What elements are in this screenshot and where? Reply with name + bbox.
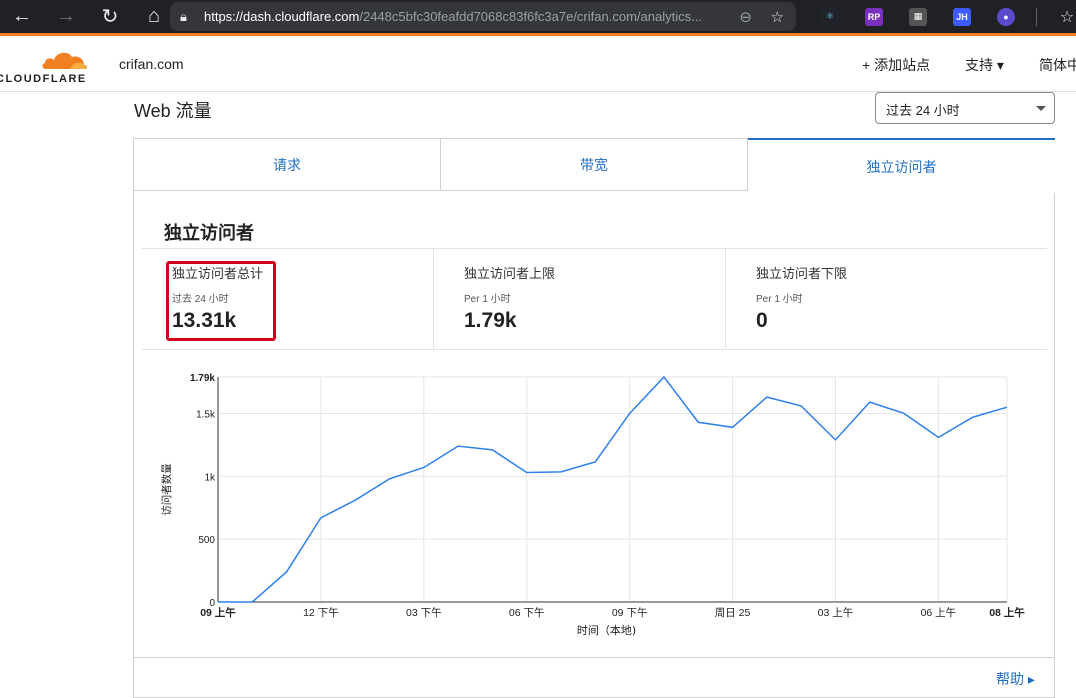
y-tick-label: 1.5k bbox=[196, 409, 216, 420]
qr-extension-icon[interactable]: ▦ bbox=[896, 0, 940, 33]
x-tick-label: 周日 25 bbox=[715, 607, 751, 619]
rp-extension-icon[interactable]: RP bbox=[852, 0, 896, 33]
support-menu[interactable]: 支持 ▾ bbox=[965, 55, 1004, 75]
cloudflare-logo[interactable]: CLOUDFLARE bbox=[0, 44, 96, 85]
divider bbox=[134, 657, 1054, 658]
tab-bandwidth[interactable]: 带宽 bbox=[441, 139, 748, 191]
cloudflare-header: CLOUDFLARE crifan.com + 添加站点 支持 ▾ 简体中 bbox=[0, 36, 1076, 92]
chevron-down-icon bbox=[1036, 106, 1046, 111]
x-tick-label: 06 下午 bbox=[509, 606, 545, 619]
url-path: /2448c5bfc30feafdd7068c83f6fc3a7e/crifan… bbox=[359, 9, 702, 24]
react-extension-icon[interactable]: ⚛ bbox=[808, 0, 852, 33]
bookmark-star-icon[interactable]: ☆ bbox=[771, 8, 784, 26]
y-tick-label: 500 bbox=[198, 535, 215, 546]
x-tick-label: 08 上午 bbox=[989, 606, 1025, 619]
browser-toolbar: ← → ↻ ⌂ 🔒︎ https://dash.cloudflare.com/2… bbox=[0, 0, 1076, 33]
favorites-icon[interactable]: ☆ bbox=[1045, 0, 1076, 33]
stat-sub: Per 1 小时 bbox=[464, 294, 511, 305]
time-range-value: 过去 24 小时 bbox=[886, 103, 960, 118]
y-tick-label: 1k bbox=[204, 472, 216, 483]
x-tick-label: 03 上午 bbox=[818, 606, 854, 619]
cloud-icon bbox=[42, 52, 87, 69]
line-chart: 05001k1.5k1.79k09 上午 12 下午 03 下午 06 下午 09 下午… bbox=[160, 373, 1025, 637]
stat-label: 独立访问者上限 bbox=[464, 266, 556, 281]
stat-value: 0 bbox=[756, 309, 768, 332]
forward-icon[interactable]: → bbox=[44, 0, 88, 33]
jh-extension-icon[interactable]: JH bbox=[940, 0, 984, 33]
zoom-icon[interactable]: ⊖ bbox=[739, 8, 752, 26]
language-menu[interactable]: 简体中 bbox=[1039, 55, 1076, 75]
highlight-box bbox=[166, 261, 276, 341]
stat-total: 独立访问者总计 过去 24 小时 13.31k bbox=[142, 249, 434, 349]
x-tick-label: 09 下午 bbox=[612, 606, 648, 619]
add-site-button[interactable]: + 添加站点 bbox=[862, 55, 930, 75]
y-axis-label: 访问者数量 bbox=[160, 463, 173, 516]
stat-min: 独立访问者下限 Per 1 小时 0 bbox=[726, 249, 1018, 349]
lock-icon: 🔒︎ bbox=[180, 8, 187, 24]
visitors-chart: 0 500 1k 1.5k 1.79k 09 上午 12 下午 03 下午 06 下午 09 下午… bbox=[158, 365, 1038, 643]
tab-requests[interactable]: 请求 bbox=[134, 139, 441, 191]
section-title: 独立访问者 bbox=[164, 223, 254, 243]
x-axis-label: 时间（本地) bbox=[577, 623, 636, 637]
y-tick-label: 1.79k bbox=[190, 373, 215, 384]
reload-icon[interactable]: ↻ bbox=[88, 0, 132, 33]
stat-sub: Per 1 小时 bbox=[756, 294, 803, 305]
x-tick-label: 09 上午 bbox=[200, 606, 236, 619]
time-range-select[interactable]: 过去 24 小时 bbox=[875, 92, 1055, 124]
x-tick-label: 06 上午 bbox=[921, 606, 957, 619]
url-host: https://dash.cloudflare.com bbox=[204, 9, 360, 24]
domain-name[interactable]: crifan.com bbox=[119, 56, 184, 72]
back-icon[interactable]: ← bbox=[0, 0, 44, 33]
page-title: Web 流量 bbox=[134, 101, 212, 121]
x-tick-label: 12 下午 bbox=[303, 606, 339, 619]
tab-unique-visitors[interactable]: 独立访问者 bbox=[748, 138, 1055, 193]
help-link[interactable]: 帮助 ▸ bbox=[996, 669, 1035, 689]
logo-text: CLOUDFLARE bbox=[0, 73, 87, 85]
stat-label: 独立访问者下限 bbox=[756, 266, 848, 281]
series-line bbox=[218, 375, 1008, 603]
extension-icon[interactable]: ● bbox=[984, 0, 1028, 33]
address-bar[interactable]: 🔒︎ https://dash.cloudflare.com/2448c5bfc… bbox=[170, 2, 796, 31]
stat-value: 1.79k bbox=[464, 309, 517, 332]
traffic-panel: 请求 带宽 独立访问者 独立访问者 独立访问者总计 过去 24 小时 13.31… bbox=[133, 138, 1055, 698]
stat-max: 独立访问者上限 Per 1 小时 1.79k bbox=[434, 249, 726, 349]
stats-row: 独立访问者总计 过去 24 小时 13.31k 独立访问者上限 Per 1 小时… bbox=[142, 248, 1047, 350]
x-tick-label: 03 下午 bbox=[406, 606, 442, 619]
